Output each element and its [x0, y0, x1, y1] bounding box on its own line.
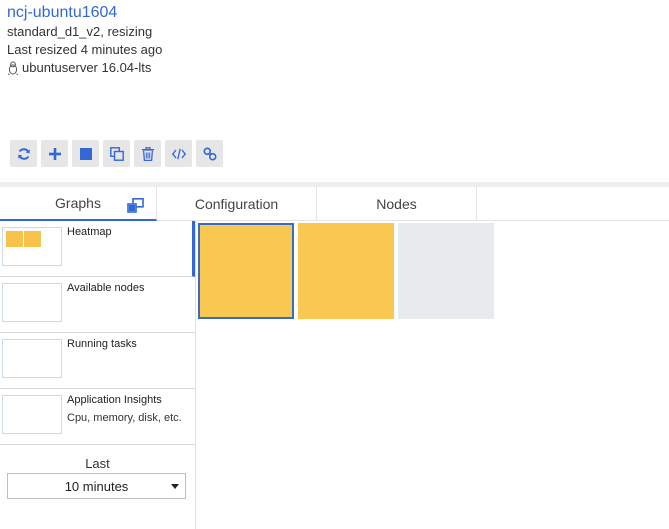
tab-label: Configuration	[194, 196, 279, 212]
pool-toolbar	[10, 140, 223, 167]
linux-penguin-icon	[7, 61, 19, 75]
tab-label: Nodes	[376, 196, 417, 212]
graph-thumbnail	[2, 283, 62, 322]
pool-title: ncj-ubuntu1604	[7, 4, 118, 21]
link-icon	[203, 147, 217, 161]
delete-button[interactable]	[134, 140, 161, 167]
graph-item-label: Available nodes	[67, 282, 145, 294]
clone-button[interactable]	[103, 140, 130, 167]
graph-item-description: Cpu, memory, disk, etc.	[67, 412, 182, 424]
time-range-value: 10 minutes	[64, 478, 129, 494]
tab-nodes[interactable]: Nodes	[317, 187, 477, 221]
os-info: ubuntuserver 16.04-lts	[7, 60, 151, 75]
heatmap-node-tile[interactable]	[198, 223, 294, 319]
graph-item-label: Application Insights	[67, 394, 162, 406]
graph-item-heatmap[interactable]: Heatmap	[0, 221, 195, 277]
tab-bar: Graphs Configuration Nodes	[0, 187, 669, 221]
thumbnail-cell	[24, 231, 41, 247]
graph-list: Heatmap Available nodes Running tasks Ap…	[0, 221, 196, 529]
clone-icon	[109, 146, 124, 161]
last-resized: Last resized 4 minutes ago	[7, 42, 163, 57]
heatmap-node-tile[interactable]	[398, 223, 494, 319]
refresh-button[interactable]	[10, 140, 37, 167]
pool-details: ncj-ubuntu1604 standard_d1_v2, resizing …	[0, 0, 669, 529]
code-icon	[171, 148, 186, 160]
plus-icon	[48, 147, 61, 160]
vm-size-state: standard_d1_v2, resizing	[7, 24, 153, 39]
stop-icon	[79, 147, 92, 160]
heatmap-node-tile[interactable]	[298, 223, 394, 319]
graph-item-available-nodes[interactable]: Available nodes	[0, 277, 195, 333]
graph-thumbnail	[2, 395, 62, 434]
stop-button[interactable]	[72, 140, 99, 167]
time-range-label: Last	[85, 456, 110, 471]
trash-icon	[141, 146, 154, 161]
graph-item-application-insights[interactable]: Application Insights Cpu, memory, disk, …	[0, 389, 195, 445]
heatmap-thumbnail	[2, 227, 62, 266]
graph-item-label: Running tasks	[67, 338, 137, 350]
graph-item-label: Heatmap	[67, 226, 112, 238]
refresh-icon	[17, 147, 31, 161]
tab-configuration[interactable]: Configuration	[157, 187, 317, 221]
os-label: ubuntuserver 16.04-lts	[22, 60, 152, 75]
code-button[interactable]	[165, 140, 192, 167]
popout-icon[interactable]	[127, 198, 144, 213]
time-range-select[interactable]: 10 minutes	[7, 473, 186, 499]
tab-label: Graphs	[55, 195, 101, 211]
graph-item-running-tasks[interactable]: Running tasks	[0, 333, 195, 389]
caret-down-icon	[171, 484, 179, 489]
link-button[interactable]	[196, 140, 223, 167]
thumbnail-cell	[6, 231, 23, 247]
add-button[interactable]	[41, 140, 68, 167]
graph-thumbnail	[2, 339, 62, 378]
